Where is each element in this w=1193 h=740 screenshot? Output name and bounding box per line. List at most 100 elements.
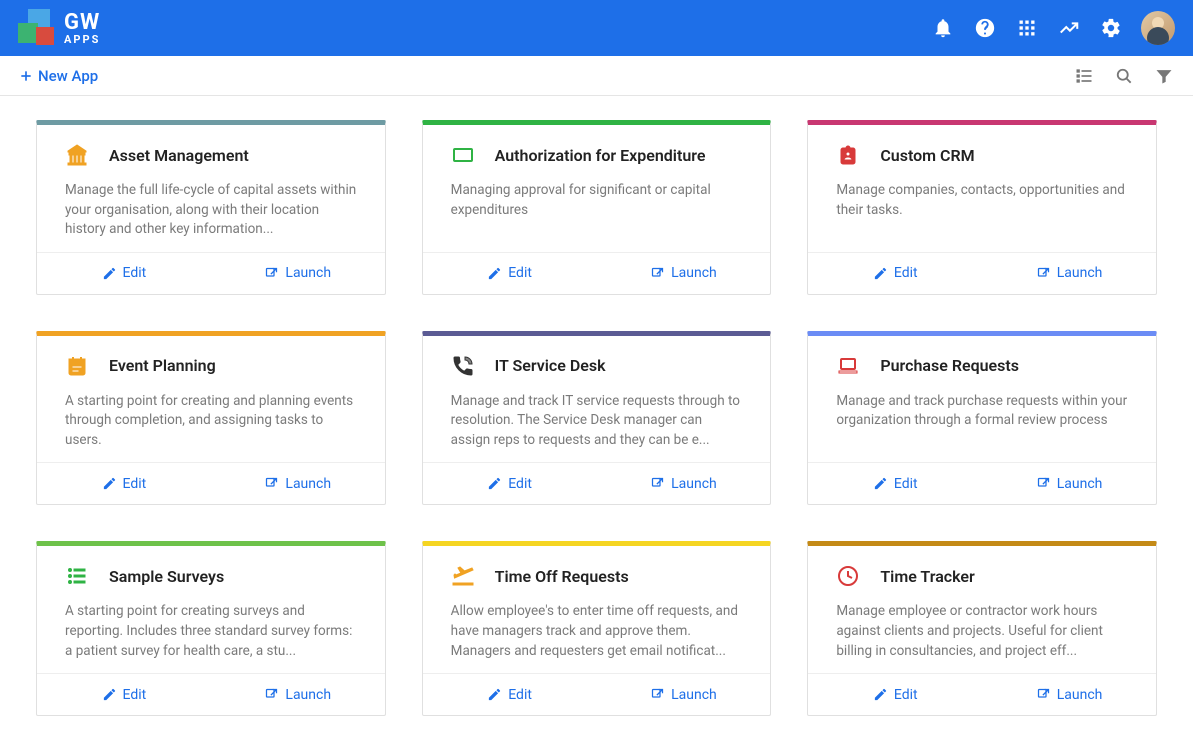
- filter-icon[interactable]: [1153, 65, 1175, 87]
- card-body: Authorization for Expenditure Managing a…: [423, 125, 771, 252]
- launch-button[interactable]: Launch: [597, 674, 771, 715]
- launch-button[interactable]: Launch: [597, 463, 771, 504]
- card-header: Time Tracker: [836, 564, 1128, 588]
- card-title: Custom CRM: [880, 146, 974, 165]
- card-description: Manage and track IT service requests thr…: [451, 392, 743, 451]
- edit-button[interactable]: Edit: [423, 253, 597, 294]
- card-title: Time Tracker: [880, 567, 974, 586]
- launch-label: Launch: [285, 265, 331, 281]
- card-header: Event Planning: [65, 354, 357, 378]
- card-description: Manage employee or contractor work hours…: [836, 602, 1128, 661]
- launch-button[interactable]: Launch: [982, 253, 1156, 294]
- edit-button[interactable]: Edit: [37, 253, 211, 294]
- launch-label: Launch: [1057, 476, 1103, 492]
- edit-label: Edit: [894, 265, 918, 281]
- plane-icon: [451, 564, 475, 588]
- card-actions: Edit Launch: [37, 462, 385, 504]
- edit-button[interactable]: Edit: [423, 674, 597, 715]
- edit-label: Edit: [508, 476, 532, 492]
- list-view-icon[interactable]: [1073, 65, 1095, 87]
- subbar: New App: [0, 56, 1193, 96]
- card-body: Time Tracker Manage employee or contract…: [808, 546, 1156, 673]
- edit-button[interactable]: Edit: [423, 463, 597, 504]
- launch-button[interactable]: Launch: [982, 463, 1156, 504]
- badge-icon: [836, 143, 860, 167]
- clock-icon: [836, 564, 860, 588]
- trending-icon[interactable]: [1057, 16, 1081, 40]
- launch-button[interactable]: Launch: [211, 463, 385, 504]
- card-body: Event Planning A starting point for crea…: [37, 336, 385, 463]
- app-card: Event Planning A starting point for crea…: [36, 331, 386, 506]
- card-actions: Edit Launch: [37, 673, 385, 715]
- card-header: Custom CRM: [836, 143, 1128, 167]
- money-icon: [451, 143, 475, 167]
- edit-button[interactable]: Edit: [808, 463, 982, 504]
- edit-button[interactable]: Edit: [808, 674, 982, 715]
- card-body: Time Off Requests Allow employee's to en…: [423, 546, 771, 673]
- card-description: Manage and track purchase requests withi…: [836, 392, 1128, 431]
- launch-button[interactable]: Launch: [597, 253, 771, 294]
- card-body: Asset Management Manage the full life-cy…: [37, 125, 385, 252]
- app-card: Asset Management Manage the full life-cy…: [36, 120, 386, 295]
- new-app-button[interactable]: New App: [18, 67, 98, 85]
- card-description: Managing approval for significant or cap…: [451, 181, 743, 220]
- card-header: Time Off Requests: [451, 564, 743, 588]
- card-description: Manage companies, contacts, opportunitie…: [836, 181, 1128, 220]
- calendar-icon: [65, 354, 89, 378]
- logo-gw: GW: [64, 10, 100, 35]
- help-icon[interactable]: [973, 16, 997, 40]
- bank-icon: [65, 143, 89, 167]
- notifications-icon[interactable]: [931, 16, 955, 40]
- card-header: Sample Surveys: [65, 564, 357, 588]
- app-card: Custom CRM Manage companies, contacts, o…: [807, 120, 1157, 295]
- brand-logo[interactable]: GW APPS: [18, 9, 100, 47]
- launch-label: Launch: [671, 265, 717, 281]
- launch-button[interactable]: Launch: [211, 253, 385, 294]
- launch-label: Launch: [1057, 265, 1103, 281]
- list-icon: [65, 564, 89, 588]
- settings-icon[interactable]: [1099, 16, 1123, 40]
- app-card: IT Service Desk Manage and track IT serv…: [422, 331, 772, 506]
- app-card: Time Tracker Manage employee or contract…: [807, 541, 1157, 716]
- logo-text: GW APPS: [64, 12, 100, 45]
- card-title: IT Service Desk: [495, 356, 606, 375]
- card-description: Manage the full life-cycle of capital as…: [65, 181, 357, 240]
- app-card: Purchase Requests Manage and track purch…: [807, 331, 1157, 506]
- logo-apps: APPS: [64, 34, 100, 45]
- app-card: Authorization for Expenditure Managing a…: [422, 120, 772, 295]
- card-header: Asset Management: [65, 143, 357, 167]
- card-actions: Edit Launch: [808, 252, 1156, 294]
- card-title: Time Off Requests: [495, 567, 629, 586]
- edit-button[interactable]: Edit: [37, 463, 211, 504]
- card-body: Purchase Requests Manage and track purch…: [808, 336, 1156, 463]
- card-title: Event Planning: [109, 356, 216, 375]
- app-card: Time Off Requests Allow employee's to en…: [422, 541, 772, 716]
- launch-button[interactable]: Launch: [211, 674, 385, 715]
- edit-label: Edit: [123, 265, 147, 281]
- topbar: GW APPS: [0, 0, 1193, 56]
- launch-label: Launch: [285, 687, 331, 703]
- logo-mark-icon: [18, 9, 56, 47]
- app-grid: Asset Management Manage the full life-cy…: [0, 96, 1193, 740]
- app-card: Sample Surveys A starting point for crea…: [36, 541, 386, 716]
- edit-button[interactable]: Edit: [808, 253, 982, 294]
- launch-label: Launch: [671, 476, 717, 492]
- card-actions: Edit Launch: [423, 252, 771, 294]
- card-header: IT Service Desk: [451, 354, 743, 378]
- card-actions: Edit Launch: [423, 462, 771, 504]
- launch-label: Launch: [1057, 687, 1103, 703]
- launch-button[interactable]: Launch: [982, 674, 1156, 715]
- card-actions: Edit Launch: [423, 673, 771, 715]
- card-title: Purchase Requests: [880, 356, 1019, 375]
- edit-label: Edit: [894, 687, 918, 703]
- edit-label: Edit: [508, 687, 532, 703]
- edit-button[interactable]: Edit: [37, 674, 211, 715]
- search-icon[interactable]: [1113, 65, 1135, 87]
- card-title: Sample Surveys: [109, 567, 224, 586]
- launch-label: Launch: [671, 687, 717, 703]
- card-header: Authorization for Expenditure: [451, 143, 743, 167]
- card-title: Asset Management: [109, 146, 249, 165]
- avatar[interactable]: [1141, 11, 1175, 45]
- apps-grid-icon[interactable]: [1015, 16, 1039, 40]
- card-description: A starting point for creating and planni…: [65, 392, 357, 451]
